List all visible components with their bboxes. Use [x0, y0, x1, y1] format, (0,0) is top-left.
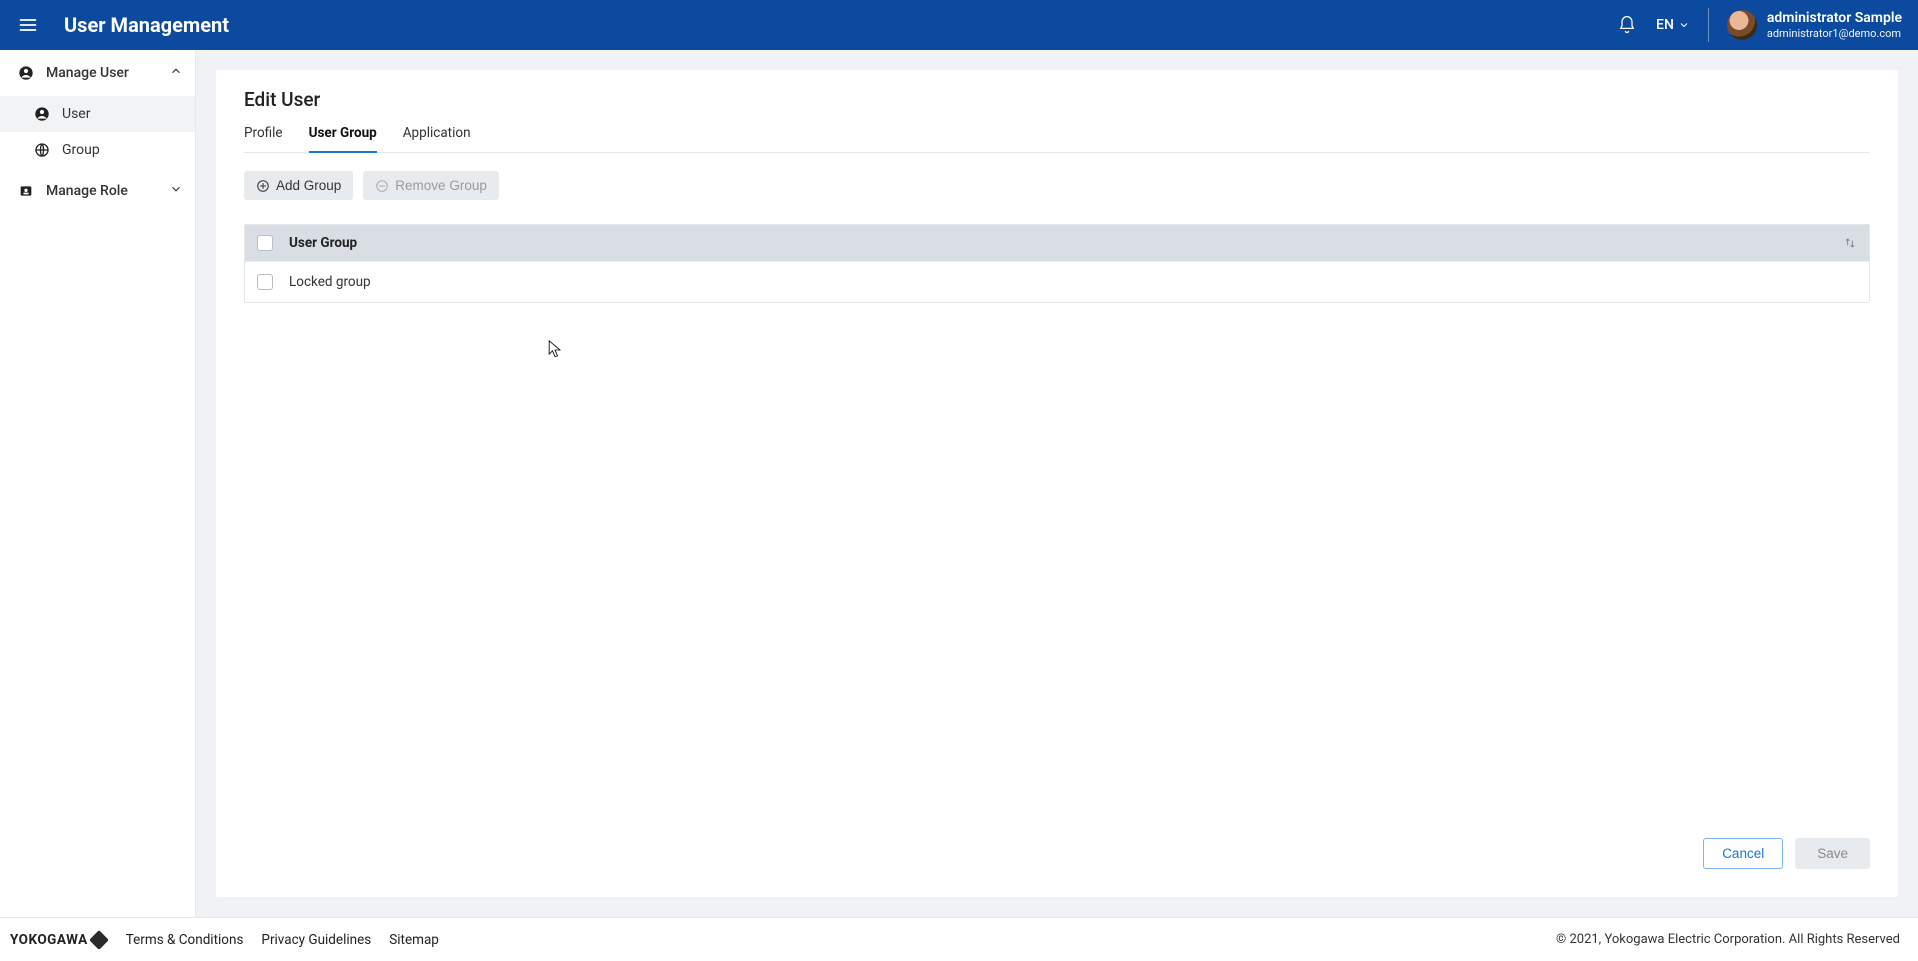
footer-link-sitemap[interactable]: Sitemap: [389, 932, 439, 948]
language-label: EN: [1656, 17, 1674, 33]
row-check-cell: [257, 274, 283, 290]
row-checkbox[interactable]: [257, 274, 273, 290]
table-header: User Group: [245, 225, 1869, 261]
add-group-button[interactable]: Add Group: [244, 171, 353, 200]
sidebar-section-label: Manage User: [46, 65, 129, 81]
cancel-button[interactable]: Cancel: [1703, 838, 1783, 869]
user-email: administrator1@demo.com: [1767, 27, 1902, 40]
header-divider: [1708, 8, 1709, 42]
panel-footer: Cancel Save: [244, 822, 1870, 869]
footer-link-privacy[interactable]: Privacy Guidelines: [261, 932, 371, 948]
column-header-user-group[interactable]: User Group: [283, 235, 1843, 251]
notifications-icon[interactable]: [1616, 14, 1638, 36]
user-info: administrator Sample administrator1@demo…: [1767, 10, 1902, 40]
footer-bar: YOKOGAWA Terms & Conditions Privacy Guid…: [0, 917, 1918, 961]
plus-circle-icon: [256, 179, 270, 193]
user-name: administrator Sample: [1767, 10, 1902, 27]
sidebar-section-label: Manage Role: [46, 183, 128, 199]
user-menu[interactable]: administrator Sample administrator1@demo…: [1727, 10, 1902, 40]
sidebar-item-group[interactable]: Group: [0, 132, 195, 168]
row-label: Locked group: [283, 274, 1857, 290]
sort-icon[interactable]: [1843, 236, 1857, 250]
select-all-checkbox[interactable]: [257, 235, 273, 251]
button-label: Remove Group: [395, 178, 487, 193]
globe-icon: [34, 142, 52, 158]
menu-toggle[interactable]: [16, 13, 40, 37]
tab-application[interactable]: Application: [403, 125, 471, 153]
sidebar-item-label: User: [62, 106, 90, 122]
header-right: EN administrator Sample administrator1@d…: [1616, 8, 1902, 42]
sidebar-section-manage-user[interactable]: Manage User: [0, 50, 195, 96]
page-title: Edit User: [244, 88, 1870, 111]
main-content: Edit User Profile User Group Application…: [196, 50, 1918, 917]
language-selector[interactable]: EN: [1656, 17, 1690, 33]
table-row[interactable]: Locked group: [245, 261, 1869, 302]
select-all-cell: [257, 235, 283, 251]
footer-link-terms[interactable]: Terms & Conditions: [126, 932, 244, 948]
edit-user-panel: Edit User Profile User Group Application…: [216, 70, 1898, 897]
chevron-down-icon: [1678, 19, 1690, 31]
minus-circle-icon: [375, 179, 389, 193]
tab-profile[interactable]: Profile: [244, 125, 283, 153]
save-button[interactable]: Save: [1795, 838, 1870, 869]
sidebar: Manage User User Group Manage Role: [0, 50, 196, 917]
group-toolbar: Add Group Remove Group: [244, 171, 1870, 200]
sidebar-item-user[interactable]: User: [0, 96, 195, 132]
copyright: © 2021, Yokogawa Electric Corporation. A…: [1556, 932, 1900, 947]
role-badge-icon: [18, 183, 36, 199]
user-circle-icon: [34, 106, 52, 122]
sidebar-section-manage-role[interactable]: Manage Role: [0, 168, 195, 214]
chevron-down-icon: [169, 182, 183, 200]
app-title: User Management: [64, 13, 229, 37]
app-header: User Management EN administrator Sample …: [0, 0, 1918, 50]
user-circle-icon: [18, 65, 36, 81]
brand-name: YOKOGAWA: [10, 932, 88, 948]
sidebar-item-label: Group: [62, 142, 100, 158]
button-label: Add Group: [276, 178, 341, 193]
user-group-table: User Group Locked group: [244, 224, 1870, 303]
avatar: [1727, 10, 1757, 40]
remove-group-button[interactable]: Remove Group: [363, 171, 499, 200]
brand-logo: YOKOGAWA: [10, 932, 106, 948]
tab-user-group[interactable]: User Group: [309, 125, 377, 153]
tabs: Profile User Group Application: [244, 125, 1870, 153]
diamond-icon: [89, 930, 109, 950]
chevron-up-icon: [169, 64, 183, 82]
